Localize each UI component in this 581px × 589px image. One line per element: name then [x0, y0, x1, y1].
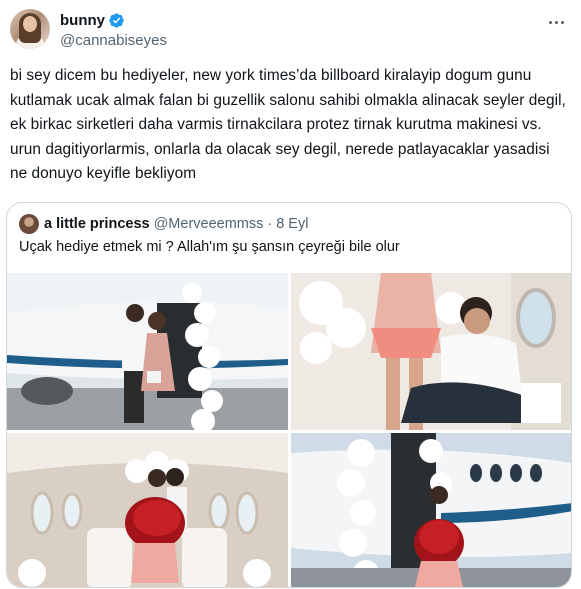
quoted-author-display-name: a little princess	[44, 216, 150, 232]
quoted-author-avatar	[19, 214, 39, 234]
woman-with-roses-at-jet-door-photo[interactable]	[291, 433, 571, 587]
media-grid	[7, 273, 571, 587]
quoted-tweet-card[interactable]: a little princess @Merveeemmss · 8 Eyl U…	[6, 202, 572, 588]
author-names: bunny @cannabiseyes	[60, 10, 167, 50]
verified-badge-icon	[109, 13, 124, 27]
quoted-author-handle: @Merveeemmss	[153, 216, 264, 232]
tweet-header: bunny @cannabiseyes	[10, 8, 571, 52]
dot-separator: ·	[267, 216, 273, 232]
quoted-tweet-text: Uçak hediye etmek mi ? Allah'ım şu şansı…	[19, 239, 400, 255]
quoted-tweet-header: a little princess @Merveeemmss · 8 Eyl	[19, 214, 308, 234]
tweet-text: bi sey dicem bu hediyeler, new york time…	[10, 67, 566, 182]
author-display-name[interactable]: bunny	[60, 12, 105, 29]
author-avatar[interactable]	[10, 9, 50, 49]
woman-with-roses-in-cabin-photo[interactable]	[7, 433, 288, 587]
author-handle[interactable]: @cannabiseyes	[60, 32, 167, 49]
couple-by-private-jet-photo[interactable]	[7, 273, 288, 430]
more-horizontal-icon[interactable]	[545, 12, 567, 32]
couple-seated-in-jet-photo[interactable]	[291, 273, 571, 430]
quoted-tweet-date: 8 Eyl	[276, 216, 309, 232]
